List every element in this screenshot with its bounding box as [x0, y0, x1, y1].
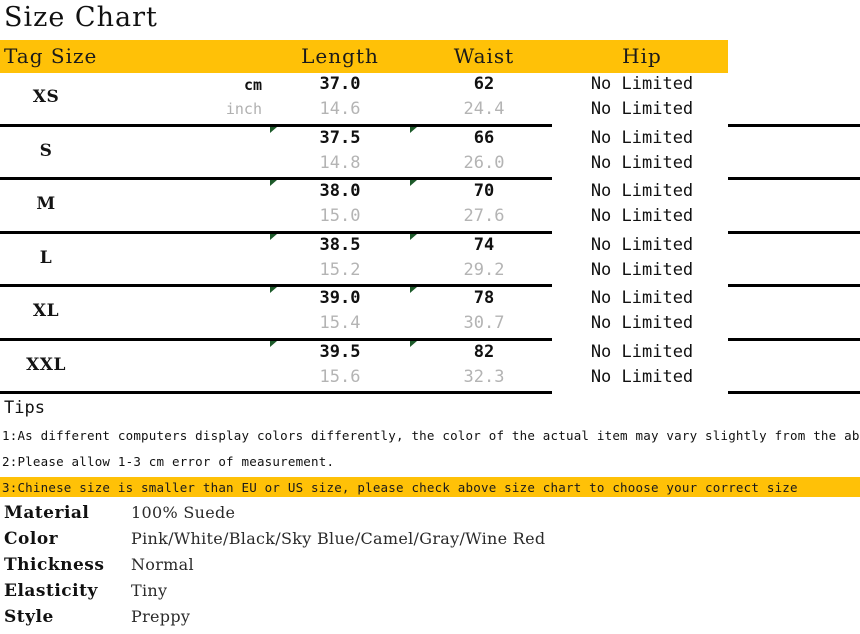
attribute-value: 100% Suede [131, 503, 236, 522]
attribute-key: Thickness [4, 555, 105, 575]
column-header-length: Length [301, 44, 379, 68]
cell-hip-cm: No Limited [590, 234, 694, 255]
tips-line-2: 2:Please allow 1-3 cm error of measureme… [2, 454, 335, 469]
cell-hip-cm: No Limited [590, 288, 694, 308]
cell-hip-cm: No Limited [590, 74, 694, 94]
cell-hip-inch: No Limited [590, 99, 694, 119]
cell-length-cm: 38.0 [319, 181, 361, 201]
cell-waist-inch: 26.0 [463, 152, 505, 173]
tips-line-3: 3:Chinese size is smaller than EU or US … [2, 480, 798, 495]
cell-waist-cm: 78 [473, 288, 495, 308]
attribute-key: Style [4, 607, 54, 627]
cell-length-cm: 39.5 [319, 341, 361, 362]
cell-hip-inch: No Limited [590, 259, 694, 280]
page-title: Size Chart [4, 2, 158, 33]
table-row: S 37.5 14.8 66 26.0 No Limited No Limite… [0, 127, 860, 186]
column-header-waist: Waist [453, 44, 515, 68]
attribute-list: Material 100% Suede Color Pink/White/Bla… [0, 503, 860, 633]
cell-length-inch: 15.6 [319, 366, 361, 387]
cell-waist-inch: 32.3 [463, 366, 505, 387]
list-item: Material 100% Suede [0, 503, 860, 529]
attribute-value: Pink/White/Black/Sky Blue/Camel/Gray/Win… [131, 529, 546, 548]
cell-length-inch: 15.2 [319, 259, 361, 280]
column-header-tag-size: Tag Size [4, 44, 98, 68]
size-chart-page: Size Chart Tag Size Length Waist Hip XS … [0, 0, 860, 634]
cell-waist-cm: 74 [473, 234, 495, 255]
cell-hip-inch: No Limited [590, 313, 694, 333]
attribute-key: Elasticity [4, 581, 98, 601]
cell-waist-cm: 70 [473, 181, 495, 201]
cell-length-cm: 38.5 [319, 234, 361, 255]
table-row: XS cm inch 37.0 14.6 62 24.4 No Limited … [0, 73, 860, 133]
cell-tag-size: M [36, 194, 56, 214]
table-row: XL 39.0 15.4 78 30.7 No Limited No Limit… [0, 287, 860, 347]
cell-waist-cm: 66 [473, 127, 495, 148]
attribute-value: Normal [131, 555, 194, 574]
attribute-value: Preppy [131, 607, 191, 626]
cell-length-inch: 14.8 [319, 152, 361, 173]
size-table-body: XS cm inch 37.0 14.6 62 24.4 No Limited … [0, 73, 860, 394]
attribute-key: Color [4, 529, 59, 549]
column-header-hip: Hip [622, 44, 662, 68]
cell-tag-size: XXL [26, 354, 66, 375]
list-item: Color Pink/White/Black/Sky Blue/Camel/Gr… [0, 529, 860, 555]
cell-length-inch: 15.4 [319, 313, 361, 333]
list-item: Thickness Normal [0, 555, 860, 581]
cell-waist-inch: 29.2 [463, 259, 505, 280]
cell-hip-inch: No Limited [590, 206, 694, 226]
cell-waist-inch: 24.4 [463, 99, 505, 119]
cell-tag-size: S [39, 140, 53, 161]
tips-heading: Tips [4, 398, 45, 418]
table-row: M 38.0 15.0 70 27.6 No Limited No Limite… [0, 180, 860, 240]
cell-hip-cm: No Limited [590, 181, 694, 201]
cell-tag-size: L [39, 247, 53, 268]
cell-length-inch: 15.0 [319, 206, 361, 226]
table-row: L 38.5 15.2 74 29.2 No Limited No Limite… [0, 234, 860, 293]
cell-length-cm: 39.0 [319, 288, 361, 308]
cell-length-inch: 14.6 [319, 99, 361, 119]
cell-waist-inch: 30.7 [463, 313, 505, 333]
cell-length-cm: 37.5 [319, 127, 361, 148]
unit-label-cm: cm [243, 76, 262, 94]
cell-hip-inch: No Limited [590, 152, 694, 173]
list-item: Elasticity Tiny [0, 581, 860, 607]
row-divider-left [0, 391, 552, 394]
cell-waist-cm: 82 [473, 341, 495, 362]
cell-tag-size: XS [32, 87, 60, 107]
cell-tag-size: XL [32, 301, 60, 321]
cell-length-cm: 37.0 [319, 74, 361, 94]
cell-waist-inch: 27.6 [463, 206, 505, 226]
cell-hip-inch: No Limited [590, 366, 694, 387]
cell-hip-cm: No Limited [590, 127, 694, 148]
unit-label-inch: inch [225, 100, 262, 118]
cell-hip-cm: No Limited [590, 341, 694, 362]
list-item: Style Preppy [0, 607, 860, 633]
table-row: XXL 39.5 15.6 82 32.3 No Limited No Limi… [0, 341, 860, 394]
row-divider-right [728, 391, 860, 394]
attribute-value: Tiny [131, 581, 168, 600]
tips-line-1: 1:As different computers display colors … [2, 428, 860, 443]
attribute-key: Material [4, 503, 90, 523]
cell-waist-cm: 62 [473, 74, 495, 94]
